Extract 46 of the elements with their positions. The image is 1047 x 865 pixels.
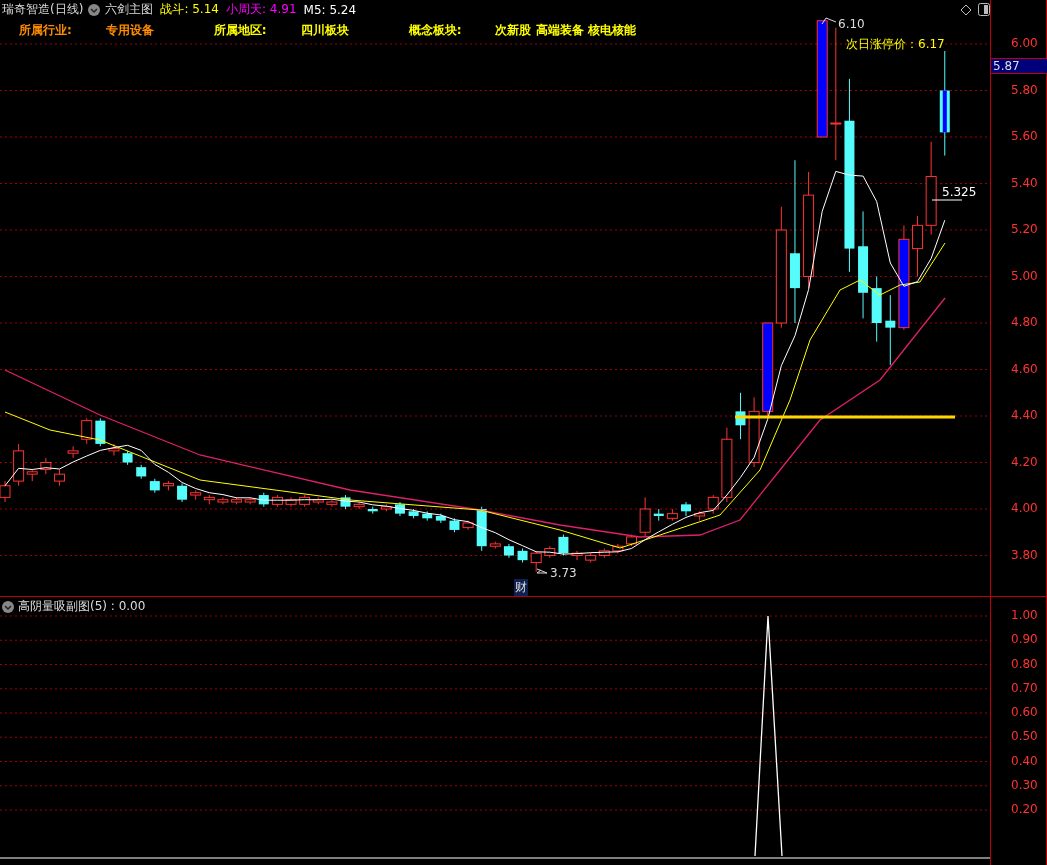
info-value: 次新股 高端装备 核电核能	[495, 22, 636, 39]
panel-toggle-icon[interactable]	[978, 3, 990, 16]
indicator-value: 小周天: 4.91	[225, 1, 297, 18]
leader-line	[821, 17, 837, 25]
info-label: 所属地区:	[213, 22, 267, 39]
info-label: 概念板块:	[408, 22, 462, 39]
indicator-axis-label: 0.30	[1011, 777, 1038, 792]
indicator-axis-label: 0.70	[1011, 680, 1038, 695]
price-axis-label: 4.80	[1011, 315, 1038, 329]
indicator-axis-label: 0.40	[1011, 753, 1038, 768]
current-price-label: 5.87	[990, 58, 1047, 74]
indicator-axis-label: 1.00	[1011, 608, 1038, 622]
info-value: 专用设备	[105, 22, 154, 39]
price-axis-label: 5.60	[1011, 129, 1038, 143]
indicator-value: M5: 5.24	[303, 2, 357, 17]
leader-line	[536, 568, 548, 574]
indicator-name: 六剑主图	[105, 1, 154, 18]
price-axis-label: 4.20	[1011, 454, 1038, 469]
price-axis-label: 4.00	[1011, 501, 1038, 515]
price-axis-label: 3.80	[1011, 547, 1038, 562]
price-axis-label: 5.80	[1011, 82, 1038, 97]
info-value: 四川板块	[300, 22, 349, 39]
price-axis-label: 4.40	[1011, 408, 1038, 422]
indicator-axis-label: 0.90	[1011, 632, 1038, 647]
price-axis-label: 4.60	[1011, 361, 1038, 376]
diamond-icon[interactable]	[960, 4, 972, 16]
indicator-axis-label: 0.20	[1011, 802, 1038, 816]
indicator-axis-label: 0.80	[1011, 656, 1038, 671]
finance-marker: 财	[514, 579, 528, 596]
high-price-label: 6.10	[838, 17, 865, 31]
info-label: 所属行业:	[19, 22, 72, 39]
price-axis-label: 5.00	[1011, 268, 1038, 283]
chevron-down-icon[interactable]	[2, 600, 14, 613]
sub-chart-title: 高阴量吸副图(5) : 0.00	[18, 598, 146, 615]
price-axis-label: 5.20	[1011, 222, 1038, 236]
price-axis-label: 5.40	[1011, 175, 1038, 190]
price-axis-label: 6.00	[1011, 36, 1038, 50]
chevron-down-icon[interactable]	[88, 3, 101, 16]
limit-price-label: 次日涨停价：6.17	[846, 36, 945, 53]
price-mark-label: 5.325	[942, 185, 977, 199]
leader-line	[931, 199, 963, 201]
indicator-axis-label: 0.50	[1011, 729, 1038, 744]
indicator-value: 战斗: 5.14	[160, 1, 219, 18]
indicator-axis-label: 0.60	[1011, 705, 1038, 719]
low-price-label: 3.73	[550, 566, 577, 580]
stock-title: 瑞奇智造(日线)	[2, 1, 84, 18]
